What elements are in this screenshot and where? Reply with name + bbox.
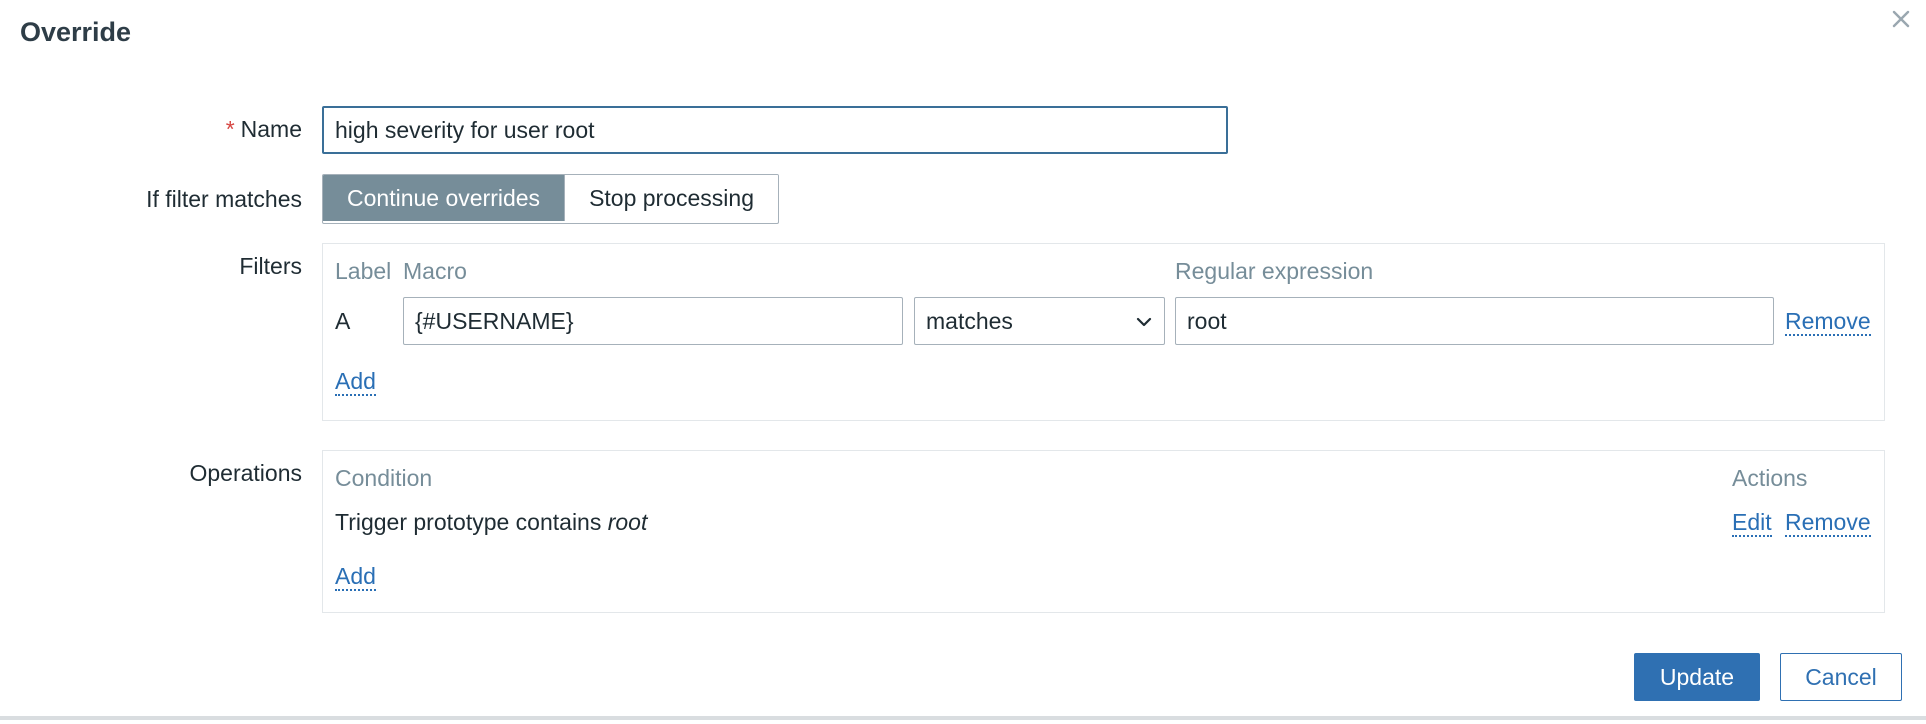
regex-input[interactable] <box>1175 297 1774 345</box>
name-label: * Name <box>226 116 302 143</box>
operation-condition: Trigger prototype contains root <box>335 509 647 536</box>
override-dialog: Override *Name If filter matches Continu… <box>0 0 1926 720</box>
close-icon[interactable] <box>1884 2 1918 36</box>
filter-remove-link[interactable]: Remove <box>1785 308 1871 336</box>
update-button[interactable]: Update <box>1634 653 1760 701</box>
name-label-text: Name <box>240 116 302 142</box>
operator-select[interactable]: matches <box>914 297 1165 345</box>
required-marker: * <box>225 116 235 142</box>
filters-header-regex: Regular expression <box>1175 258 1374 284</box>
filter-row-label: A <box>335 308 351 334</box>
name-input[interactable] <box>322 106 1228 154</box>
cancel-button[interactable]: Cancel <box>1780 653 1902 701</box>
stop-processing-option[interactable]: Stop processing <box>564 175 778 221</box>
filter-match-toggle: Continue overrides Stop processing <box>322 174 779 224</box>
filters-label: Filters <box>239 253 302 279</box>
operation-condition-text: Trigger prototype contains <box>335 509 608 535</box>
operations-label: Operations <box>189 460 302 486</box>
filter-match-label: If filter matches <box>146 186 302 212</box>
operator-select-value: matches <box>926 307 1013 334</box>
macro-input[interactable] <box>403 297 903 345</box>
filters-header-label: Label <box>335 258 392 284</box>
operations-header-condition: Condition <box>335 465 433 491</box>
continue-overrides-option[interactable]: Continue overrides <box>323 175 565 221</box>
chevron-down-icon <box>1136 317 1152 327</box>
operations-table: Condition Actions Trigger prototype cont… <box>322 450 1885 613</box>
filter-add-link[interactable]: Add <box>335 368 376 396</box>
operation-condition-value: root <box>607 509 648 535</box>
operation-edit-link[interactable]: Edit <box>1732 509 1772 537</box>
filters-table: Label Macro Regular expression A matches… <box>322 243 1885 421</box>
operations-header-actions: Actions <box>1732 465 1808 491</box>
dialog-title: Override <box>20 17 132 47</box>
filters-header-macro: Macro <box>403 258 467 284</box>
operation-add-link[interactable]: Add <box>335 563 376 591</box>
operation-remove-link[interactable]: Remove <box>1785 509 1871 537</box>
